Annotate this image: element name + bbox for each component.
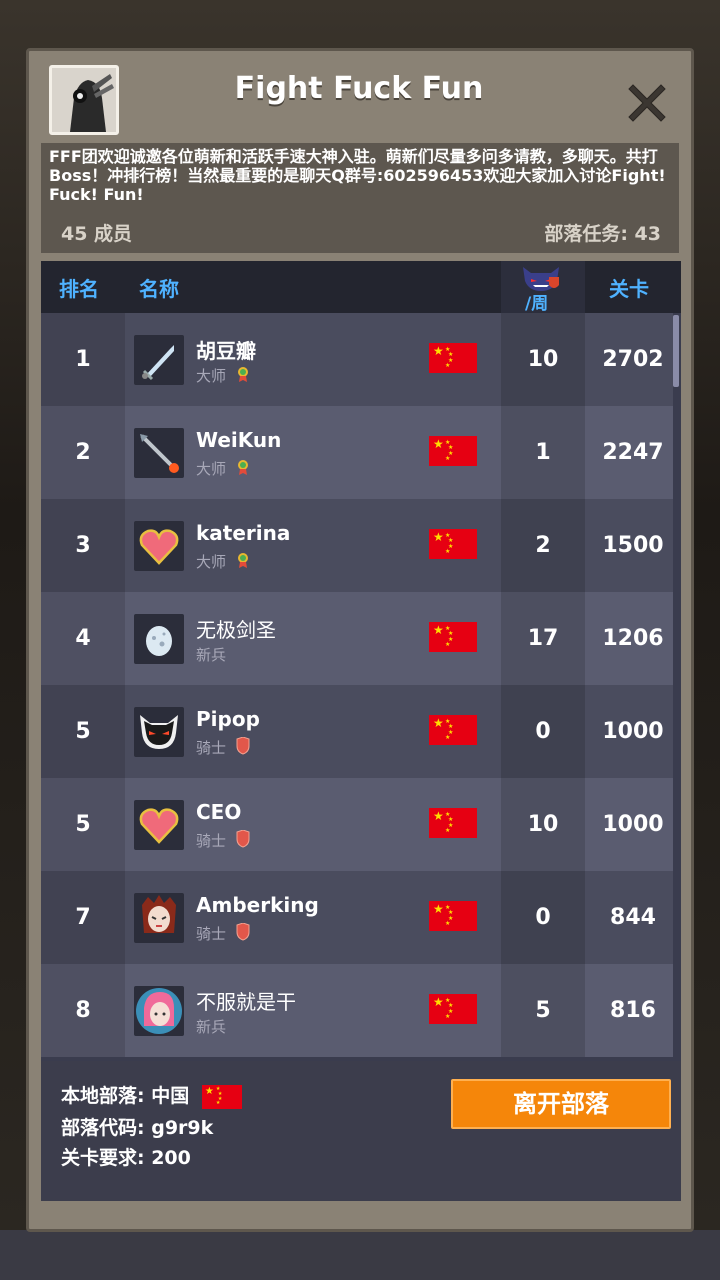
- medal-icon: [238, 553, 248, 568]
- row-week: 10: [501, 313, 585, 406]
- row-stage: 2702: [602, 347, 664, 372]
- row-title: 骑士: [196, 739, 227, 757]
- row-stage: 1206: [602, 626, 664, 651]
- heart-icon: [134, 521, 184, 571]
- clan-header: Fight Fuck Fun: [29, 51, 691, 143]
- leave-clan-button[interactable]: 离开部落: [451, 1079, 671, 1129]
- row-rank: 4: [41, 592, 125, 685]
- clan-description: FFF团欢迎诚邀各位萌新和活跃手速大神入驻。萌新们尽量多问多请教，多聊天。共打B…: [49, 147, 666, 204]
- close-icon[interactable]: [623, 79, 671, 127]
- table-header: 排名 名称 /周 关卡: [41, 261, 681, 314]
- china-flag-icon: ★ ★ ★ ★ ★: [429, 715, 477, 745]
- china-flag-icon: ★ ★ ★ ★ ★: [429, 529, 477, 559]
- row-title: 大师: [196, 460, 227, 478]
- row-title: 新兵: [196, 1018, 227, 1036]
- china-flag-icon: ★ ★ ★ ★ ★: [429, 343, 477, 373]
- table-row[interactable]: 7 Amberking 骑士 ★ ★ ★ ★ ★ 0 844: [41, 871, 673, 964]
- table-row[interactable]: 8 不服就是干 新兵 ★ ★ ★ ★ ★ 5 816: [41, 964, 673, 1057]
- row-title: 骑士: [196, 832, 227, 850]
- row-name: Pipop: [196, 707, 260, 731]
- clan-code: 部落代码: g9r9k: [61, 1117, 214, 1139]
- row-name: Amberking: [196, 893, 319, 917]
- medal-icon: [238, 460, 248, 475]
- table-row[interactable]: 2 WeiKun 大师 ★ ★ ★ ★ ★ 1 2247: [41, 406, 673, 499]
- china-flag-icon: ★ ★ ★ ★ ★: [429, 436, 477, 466]
- row-title: 骑士: [196, 925, 227, 943]
- table-row[interactable]: 3 katerina 大师 ★ ★ ★ ★ ★ 2 1500: [41, 499, 673, 592]
- row-week: 17: [501, 592, 585, 685]
- row-rank: 2: [41, 406, 125, 499]
- row-rank: 1: [41, 313, 125, 406]
- clan-tasks: 部落任务: 43: [544, 223, 661, 245]
- row-stage: 816: [610, 998, 656, 1023]
- clan-avatar: [49, 65, 119, 135]
- row-rank: 7: [41, 871, 125, 964]
- clan-title: Fight Fuck Fun: [234, 71, 484, 106]
- row-name: katerina: [196, 521, 291, 545]
- row-title: 大师: [196, 367, 227, 385]
- medal-icon: [238, 367, 248, 382]
- clan-footer: 本地部落: 中国 ★ ★ ★ ★ ★ 部落代码: g9r9k 关卡要求: 200…: [41, 1061, 681, 1201]
- row-name: 不服就是干: [196, 990, 296, 1014]
- girl-pink-icon: [134, 986, 184, 1036]
- row-name: 无极剑圣: [196, 618, 276, 642]
- row-title: 新兵: [196, 646, 227, 664]
- row-stage: 844: [610, 905, 656, 930]
- china-flag-icon: ★ ★ ★ ★ ★: [429, 808, 477, 838]
- table-row[interactable]: 4 无极剑圣 新兵 ★ ★ ★ ★ ★ 17 1206: [41, 592, 673, 685]
- row-title: 大师: [196, 553, 227, 571]
- devil-icon: [134, 707, 184, 757]
- row-rank: 3: [41, 499, 125, 592]
- row-week: 10: [501, 778, 585, 871]
- row-name: 胡豆瓣: [196, 339, 256, 363]
- shield-icon: [236, 830, 250, 848]
- members-table: 排名 名称 /周 关卡 1 胡豆瓣 大师 ★ ★ ★ ★ ★ 10 2702 2…: [41, 261, 681, 1061]
- row-stage: 1000: [602, 812, 664, 837]
- row-week: 2: [501, 499, 585, 592]
- local-clan-region: 本地部落: 中国 ★ ★ ★ ★ ★: [61, 1081, 242, 1109]
- clan-panel: Fight Fuck Fun FFF团欢迎诚邀各位萌新和活跃手速大神入驻。萌新们…: [26, 48, 694, 1232]
- shield-icon: [236, 923, 250, 941]
- row-week: 0: [501, 685, 585, 778]
- china-flag-icon: ★ ★ ★ ★ ★: [201, 1084, 242, 1109]
- girl-dark-icon: [134, 893, 184, 943]
- table-row[interactable]: 5 CEO 骑士 ★ ★ ★ ★ ★ 10 1000: [41, 778, 673, 871]
- table-row[interactable]: 5 Pipop 骑士 ★ ★ ★ ★ ★ 0 1000: [41, 685, 673, 778]
- row-stage: 1500: [602, 533, 664, 558]
- shield-icon: [236, 737, 250, 755]
- header-name[interactable]: 名称: [139, 273, 179, 302]
- heart-icon: [134, 800, 184, 850]
- row-rank: 5: [41, 778, 125, 871]
- table-row[interactable]: 1 胡豆瓣 大师 ★ ★ ★ ★ ★ 10 2702: [41, 313, 673, 406]
- stage-requirement: 关卡要求: 200: [61, 1147, 191, 1169]
- row-stage: 1000: [602, 719, 664, 744]
- china-flag-icon: ★ ★ ★ ★ ★: [429, 622, 477, 652]
- row-week: 1: [501, 406, 585, 499]
- china-flag-icon: ★ ★ ★ ★ ★: [429, 994, 477, 1024]
- header-week[interactable]: /周: [501, 261, 585, 314]
- row-week: 0: [501, 871, 585, 964]
- row-rank: 5: [41, 685, 125, 778]
- bottom-tab-bar: [0, 1230, 720, 1280]
- egg-icon: [134, 614, 184, 664]
- header-week-label: /周: [525, 294, 549, 314]
- row-name: WeiKun: [196, 428, 282, 452]
- arrow-icon: [134, 428, 184, 478]
- china-flag-icon: ★ ★ ★ ★ ★: [429, 901, 477, 931]
- row-week: 5: [501, 964, 585, 1057]
- row-rank: 8: [41, 964, 125, 1057]
- header-stage[interactable]: 关卡: [609, 273, 649, 302]
- row-stage: 2247: [602, 440, 664, 465]
- members-count: 45 成员: [61, 223, 133, 245]
- header-rank[interactable]: 排名: [59, 273, 99, 302]
- sword-icon: [134, 335, 184, 385]
- scrollbar-thumb[interactable]: [673, 315, 679, 387]
- row-name: CEO: [196, 800, 242, 824]
